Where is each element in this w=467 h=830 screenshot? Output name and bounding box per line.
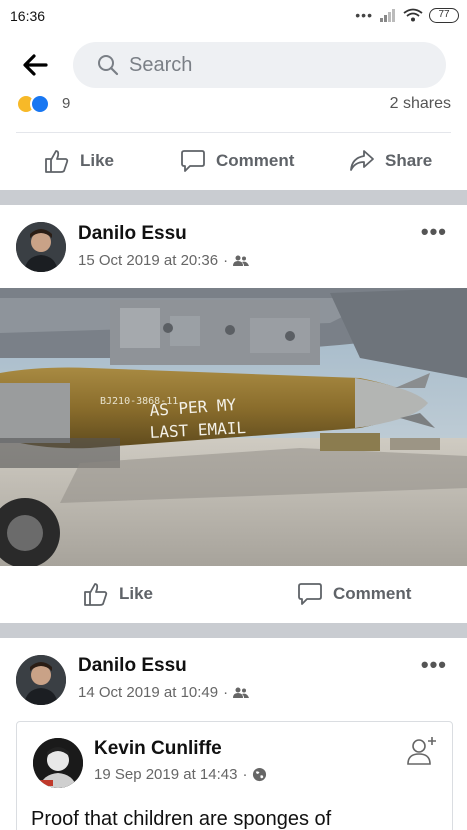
signal-icon	[380, 9, 395, 22]
search-input[interactable]: Search	[73, 42, 446, 88]
reaction-icons	[16, 94, 50, 114]
reaction-count: 9	[62, 95, 71, 112]
shared-author-name[interactable]: Kevin Cunliffe	[94, 738, 222, 760]
wifi-icon	[403, 8, 423, 22]
back-button[interactable]	[20, 50, 50, 80]
feed-separator	[0, 623, 467, 638]
avatar-image	[16, 655, 66, 705]
comment-button[interactable]: Comment	[180, 148, 294, 174]
friends-icon	[233, 687, 250, 698]
search-placeholder: Search	[129, 53, 193, 76]
reactions-summary[interactable]: 9 2 shares	[0, 92, 467, 116]
post-date[interactable]: 14 Oct 2019 at 10:49	[78, 684, 218, 701]
author-avatar[interactable]	[16, 655, 66, 705]
add-friend-button[interactable]	[406, 734, 438, 771]
comment-icon	[181, 150, 205, 172]
more-options-button[interactable]: •••	[421, 652, 447, 678]
shares-count[interactable]: 2 shares	[390, 95, 451, 113]
share-icon	[350, 150, 374, 171]
thumbs-up-icon	[84, 583, 108, 606]
status-icons: ••• 77	[355, 7, 459, 23]
like-button[interactable]: Like	[83, 581, 153, 607]
post-meta: 14 Oct 2019 at 10:49 ·	[78, 684, 250, 701]
post-header: Danilo Essu 14 Oct 2019 at 10:49 · •••	[0, 638, 467, 708]
post-photo[interactable]: BJ210-3868-11 AS PER MY LAST EMAIL	[0, 288, 467, 566]
shared-post-meta: 19 Sep 2019 at 14:43 ·	[94, 766, 267, 783]
meta-separator: ·	[223, 684, 229, 701]
author-avatar[interactable]	[16, 222, 66, 272]
battery-icon: 77	[429, 7, 459, 23]
top-bar: Search	[0, 32, 467, 96]
arrow-left-icon	[23, 54, 48, 76]
like-button[interactable]: Like	[44, 148, 114, 174]
comment-button[interactable]: Comment	[297, 581, 411, 607]
post-meta: 15 Oct 2019 at 20:36 ·	[78, 252, 250, 269]
post-header: Danilo Essu 15 Oct 2019 at 20:36 · •••	[0, 205, 467, 275]
meta-separator: ·	[223, 252, 229, 269]
shared-post-card[interactable]: Kevin Cunliffe 19 Sep 2019 at 14:43 · Pr…	[16, 721, 453, 830]
share-button[interactable]: Share	[349, 148, 432, 174]
thumbs-up-icon	[45, 150, 69, 173]
post-actions: Like Comment	[0, 566, 467, 622]
avatar-image	[16, 222, 66, 272]
dots-icon: •••	[355, 7, 373, 23]
shared-post-text: Proof that children are sponges of	[31, 808, 332, 830]
post-actions: Like Comment Share	[0, 133, 467, 189]
add-friend-icon	[407, 737, 436, 765]
shared-post-date[interactable]: 19 Sep 2019 at 14:43	[94, 766, 237, 783]
shared-author-avatar[interactable]	[33, 738, 83, 788]
friends-icon	[233, 255, 250, 266]
post-author-name[interactable]: Danilo Essu	[78, 223, 187, 245]
feed-separator	[0, 190, 467, 205]
avatar-image	[33, 738, 83, 788]
bomb-photo: BJ210-3868-11 AS PER MY LAST EMAIL	[0, 288, 467, 566]
globe-icon	[253, 767, 267, 782]
more-options-button[interactable]: •••	[421, 219, 447, 245]
search-icon	[98, 55, 119, 76]
post-date[interactable]: 15 Oct 2019 at 20:36	[78, 252, 218, 269]
like-reaction-icon	[30, 94, 50, 114]
post-author-name[interactable]: Danilo Essu	[78, 655, 187, 677]
comment-icon	[298, 583, 322, 605]
status-bar: 16:36 ••• 77	[0, 0, 467, 32]
meta-separator: ·	[242, 766, 248, 783]
status-time: 16:36	[10, 8, 46, 24]
